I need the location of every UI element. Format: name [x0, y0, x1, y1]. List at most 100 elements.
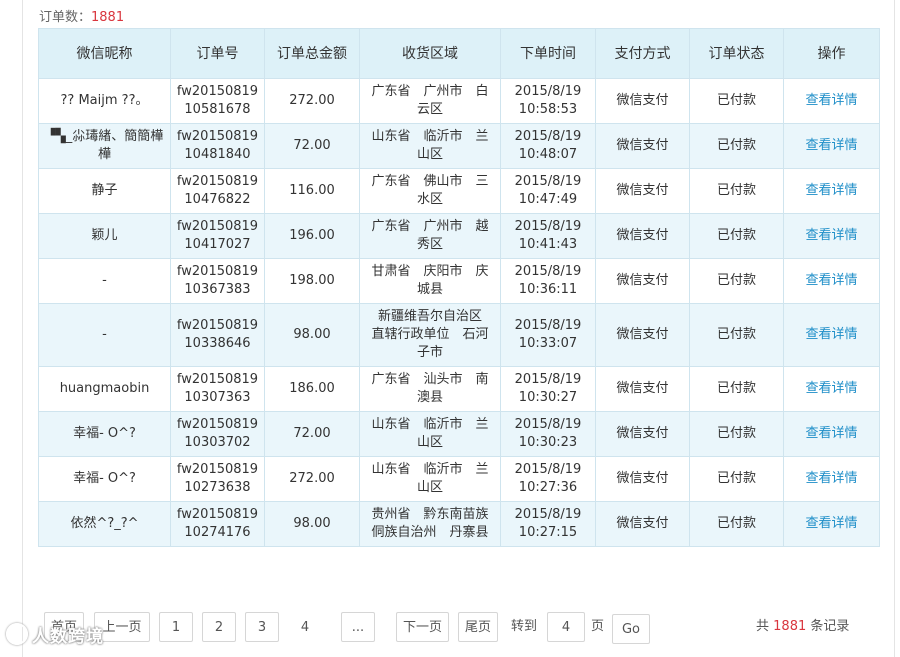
total-suffix: 条记录	[810, 619, 850, 634]
time-line: 10:47:49	[518, 192, 578, 207]
view-detail-link[interactable]: 查看详情	[805, 516, 857, 531]
cell-status: 已付款	[689, 168, 784, 214]
view-detail-link[interactable]: 查看详情	[805, 183, 857, 198]
total-count: 1881	[773, 619, 807, 634]
order_no-line: 10367383	[184, 282, 251, 297]
cell-pay: 微信支付	[595, 78, 690, 124]
next-page-button[interactable]: 下一页	[396, 612, 449, 642]
area-line: 子市	[416, 345, 443, 360]
view-detail-link[interactable]: 查看详情	[805, 93, 857, 108]
cell-status: 已付款	[689, 258, 784, 304]
view-detail-link[interactable]: 查看详情	[805, 273, 857, 288]
page-unit-label: 页	[591, 619, 605, 634]
cell-nickname: 静子	[38, 168, 171, 214]
view-detail-link[interactable]: 查看详情	[805, 327, 857, 342]
watermark: 人数跨境	[6, 622, 104, 647]
cell-area: 山东省 临沂市 兰山区	[359, 123, 501, 169]
cell-area: 广东省 汕头市 南澳县	[359, 366, 501, 412]
cell-pay: 微信支付	[595, 456, 690, 502]
cell-time: 2015/8/19 10:36:11	[500, 258, 596, 304]
cell-order-no: fw20150819 10367383	[170, 258, 265, 304]
cell-nickname: 颖儿	[38, 213, 171, 259]
time-line: 2015/8/19	[514, 129, 582, 144]
cell-order-no: fw20150819 10481840	[170, 123, 265, 169]
cell-time: 2015/8/19 10:47:49	[500, 168, 596, 214]
table-row: ▝▚_尛瑇緖、簡簡樺樺 fw20150819 10481840 72.00 山东省 临沂…	[38, 123, 880, 169]
cell-amount: 72.00	[264, 411, 360, 457]
area-line: 直辖行政单位 石河	[371, 327, 489, 342]
cell-order-no: fw20150819 10307363	[170, 366, 265, 412]
cell-nickname: -	[38, 258, 171, 304]
time-line: 10:27:15	[518, 525, 578, 540]
order_no-line: 10581678	[184, 102, 251, 117]
cell-action: 查看详情	[783, 456, 880, 502]
view-detail-link[interactable]: 查看详情	[805, 471, 857, 486]
table-row: - fw20150819 10367383 198.00 甘肃省 庆阳市 庆城县 2015…	[38, 258, 880, 304]
time-line: 2015/8/19	[514, 417, 582, 432]
last-page-button[interactable]: 尾页	[458, 612, 498, 642]
time-line: 2015/8/19	[514, 84, 582, 99]
time-line: 10:30:23	[518, 435, 578, 450]
cell-amount: 272.00	[264, 78, 360, 124]
cell-status: 已付款	[689, 501, 784, 547]
table-row: ?? Maijm ??。 fw20150819 10581678 272.00 广东省 …	[38, 78, 880, 124]
time-line: 2015/8/19	[514, 507, 582, 522]
cell-area: 广东省 广州市 白云区	[359, 78, 501, 124]
order_no-line: 10481840	[184, 147, 251, 162]
cell-area: 新疆维吾尔自治区 直辖行政单位 石河 子市	[359, 303, 501, 367]
go-button[interactable]: Go	[612, 614, 650, 644]
goto-label: 转到	[511, 619, 538, 634]
total-records: 共 1881 条记录	[756, 612, 849, 642]
cell-pay: 微信支付	[595, 123, 690, 169]
time-line: 10:41:43	[518, 237, 578, 252]
view-detail-link[interactable]: 查看详情	[805, 381, 857, 396]
page-3-button[interactable]: 3	[245, 612, 279, 642]
order_no-line: 10307363	[184, 390, 251, 405]
orders-table: 微信昵称 订单号 订单总金额 收货区域 下单时间 支付方式 订单状态 操作 ??…	[38, 28, 880, 547]
cell-amount: 186.00	[264, 366, 360, 412]
cell-action: 查看详情	[783, 123, 880, 169]
cell-area: 山东省 临沂市 兰山区	[359, 411, 501, 457]
cell-pay: 微信支付	[595, 303, 690, 367]
cell-action: 查看详情	[783, 78, 880, 124]
area-line: 山东省 临沂市 兰	[371, 129, 489, 144]
view-detail-link[interactable]: 查看详情	[805, 228, 857, 243]
goto-page-input[interactable]: 4	[547, 612, 585, 642]
order_no-line: 10274176	[184, 525, 251, 540]
area-line: 秀区	[416, 237, 443, 252]
time-line: 10:27:36	[518, 480, 578, 495]
order_no-line: fw20150819	[176, 219, 259, 234]
cell-order-no: fw20150819 10338646	[170, 303, 265, 367]
view-detail-link[interactable]: 查看详情	[805, 138, 857, 153]
cell-pay: 微信支付	[595, 168, 690, 214]
col-header-action: 操作	[783, 28, 880, 79]
time-line: 10:36:11	[518, 282, 578, 297]
cell-nickname: 幸福- O^?	[38, 411, 171, 457]
order_no-line: fw20150819	[176, 264, 259, 279]
view-detail-link[interactable]: 查看详情	[805, 426, 857, 441]
area-line: 甘肃省 庆阳市 庆	[371, 264, 489, 279]
order_no-line: fw20150819	[176, 318, 259, 333]
cell-action: 查看详情	[783, 213, 880, 259]
cell-area: 广东省 广州市 越秀区	[359, 213, 501, 259]
cell-action: 查看详情	[783, 258, 880, 304]
area-line: 山区	[416, 147, 443, 162]
order_no-line: 10476822	[184, 192, 251, 207]
area-line: 贵州省 黔东南苗族	[371, 507, 489, 522]
page-1-button[interactable]: 1	[159, 612, 193, 642]
time-line: 10:33:07	[518, 336, 578, 351]
col-header-amount: 订单总金额	[264, 28, 360, 79]
cell-pay: 微信支付	[595, 411, 690, 457]
cell-pay: 微信支付	[595, 258, 690, 304]
cell-area: 甘肃省 庆阳市 庆城县	[359, 258, 501, 304]
watermark-logo-icon	[6, 623, 28, 645]
area-line: 城县	[416, 282, 443, 297]
order_no-line: fw20150819	[176, 174, 259, 189]
ellipsis-button[interactable]: ...	[341, 612, 375, 642]
cell-time: 2015/8/19 10:30:23	[500, 411, 596, 457]
page-2-button[interactable]: 2	[202, 612, 236, 642]
cell-order-no: fw20150819 10273638	[170, 456, 265, 502]
cell-nickname: ?? Maijm ??。	[38, 78, 171, 124]
time-line: 10:30:27	[518, 390, 578, 405]
order_no-line: fw20150819	[176, 507, 259, 522]
